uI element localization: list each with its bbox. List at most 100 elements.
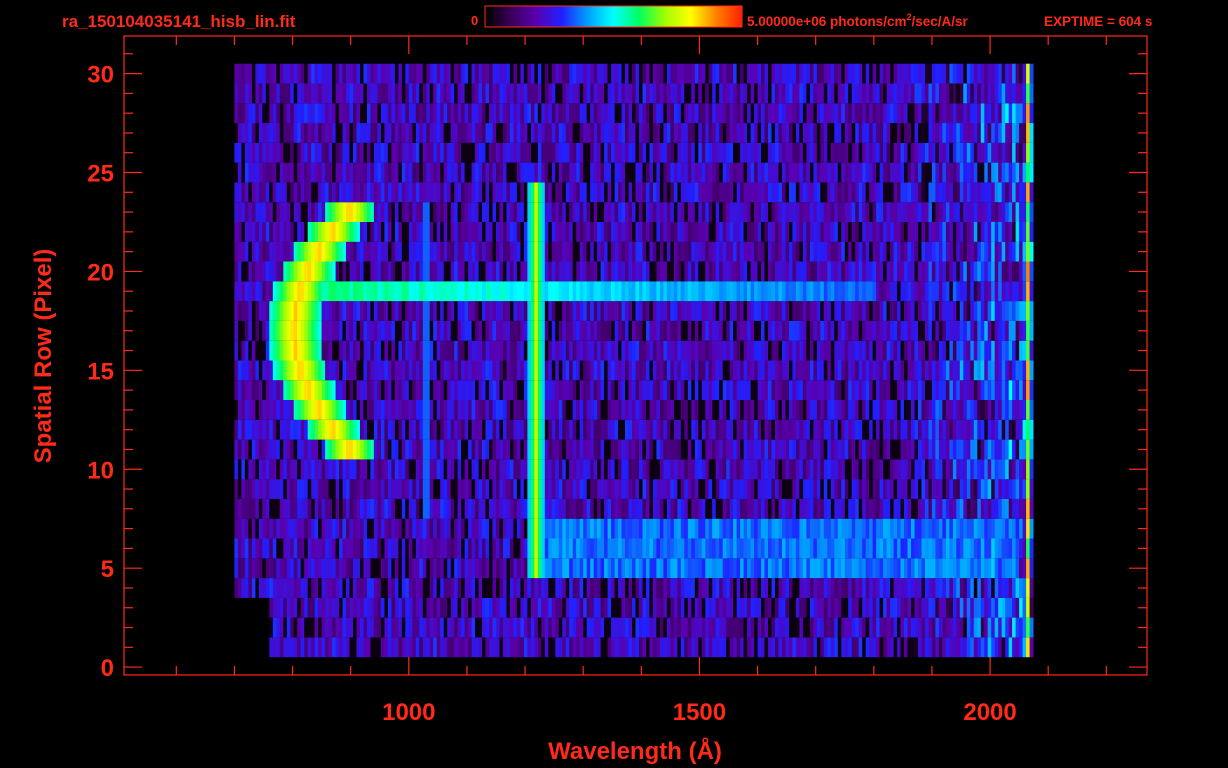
heatmap-cell (970, 439, 975, 460)
heatmap-cell (360, 340, 364, 361)
heatmap-cell (959, 538, 964, 559)
heatmap-cell (555, 578, 560, 598)
heatmap-cell (729, 459, 734, 480)
heatmap-cell (722, 360, 727, 381)
heatmap-cell (865, 637, 870, 658)
heatmap-cell (726, 241, 731, 262)
heatmap-cell (499, 400, 504, 420)
heatmap-cell (419, 380, 424, 400)
heatmap-cell (886, 360, 891, 381)
heatmap-cell (890, 578, 894, 598)
heatmap-cell (429, 419, 434, 440)
heatmap-cell (1022, 637, 1027, 658)
heatmap-cell (373, 518, 378, 539)
heatmap-cell (855, 459, 860, 480)
heatmap-cell (548, 419, 553, 440)
heatmap-cell (237, 281, 242, 302)
heatmap-cell (991, 498, 996, 519)
heatmap-cell (701, 439, 706, 460)
heatmap-cell (443, 222, 448, 242)
heatmap-cell (736, 241, 741, 262)
heatmap-cell (590, 380, 595, 400)
heatmap-cell (614, 617, 619, 638)
heatmap-cell (872, 479, 877, 499)
heatmap-cell (890, 617, 894, 638)
heatmap-cell (283, 538, 288, 559)
heatmap-cell (816, 439, 821, 460)
heatmap-cell (412, 281, 417, 302)
heatmap-cell (778, 419, 783, 440)
heatmap-cell (687, 459, 692, 480)
heatmap-cell (377, 241, 382, 262)
heatmap-cell (666, 419, 671, 440)
heatmap-cell (858, 380, 863, 400)
heatmap-cell (373, 281, 378, 302)
heatmap-cell (1008, 320, 1013, 341)
heatmap-cell (743, 439, 748, 460)
heatmap-cell (241, 261, 246, 282)
heatmap-cell (593, 340, 598, 361)
heatmap-cell (998, 459, 1003, 480)
heatmap-cell (234, 578, 239, 598)
heatmap-cell (705, 419, 710, 440)
heatmap-cell (879, 538, 884, 559)
heatmap-cell (244, 320, 249, 341)
heatmap-cell (768, 241, 772, 262)
heatmap-cell (433, 222, 438, 242)
heatmap-cell (792, 498, 797, 519)
heatmap-cell (475, 498, 479, 519)
heatmap-cell (708, 301, 713, 321)
heatmap-cell (318, 222, 322, 242)
heatmap-cell (959, 558, 964, 579)
heatmap-cell (844, 320, 849, 341)
heatmap-cell (496, 459, 500, 480)
heatmap-cell (963, 518, 968, 539)
heatmap-cell (478, 261, 483, 282)
heatmap-cell (583, 479, 588, 499)
heatmap-cell (311, 380, 316, 400)
heatmap-cell (300, 301, 305, 321)
heatmap-cell (565, 320, 570, 341)
heatmap-cell (384, 241, 389, 262)
heatmap-cell (576, 439, 581, 460)
heatmap-cell (680, 617, 685, 638)
heatmap-cell (949, 360, 954, 381)
heatmap-cell (339, 340, 343, 361)
heatmap-cell (879, 518, 884, 539)
heatmap-cell (684, 222, 689, 242)
heatmap-cell (956, 637, 961, 658)
heatmap-cell (272, 320, 277, 341)
heatmap-cell (862, 261, 867, 282)
heatmap-cell (639, 637, 643, 658)
heatmap-cell (823, 320, 828, 341)
heatmap-cell (639, 301, 643, 321)
heatmap-cell (471, 281, 476, 302)
heatmap-cell (363, 281, 368, 302)
heatmap-cell (799, 360, 804, 381)
heatmap-cell (942, 241, 947, 262)
heatmap-cell (715, 637, 720, 658)
heatmap-cell (307, 419, 312, 440)
heatmap-cell (659, 538, 664, 559)
heatmap-cell (656, 340, 661, 361)
heatmap-cell (283, 261, 288, 282)
heatmap-cell (1029, 558, 1034, 579)
heatmap-cell (304, 261, 309, 282)
heatmap-cell (802, 281, 807, 302)
heatmap-cell (283, 400, 288, 420)
heatmap-cell (694, 301, 699, 321)
heatmap-cell (583, 558, 588, 579)
heatmap-cell (346, 597, 350, 618)
heatmap-cell (935, 439, 940, 460)
heatmap-cell (621, 558, 626, 579)
heatmap-cell (482, 360, 486, 381)
heatmap-cell (492, 241, 497, 262)
heatmap-cell (576, 498, 581, 519)
heatmap-cell (666, 498, 671, 519)
heatmap-cell (865, 261, 870, 282)
heatmap-cell (973, 459, 978, 480)
heatmap-cell (897, 558, 901, 579)
heatmap-cell (248, 400, 253, 420)
heatmap-cell (530, 360, 535, 381)
heatmap-cell (426, 419, 431, 440)
